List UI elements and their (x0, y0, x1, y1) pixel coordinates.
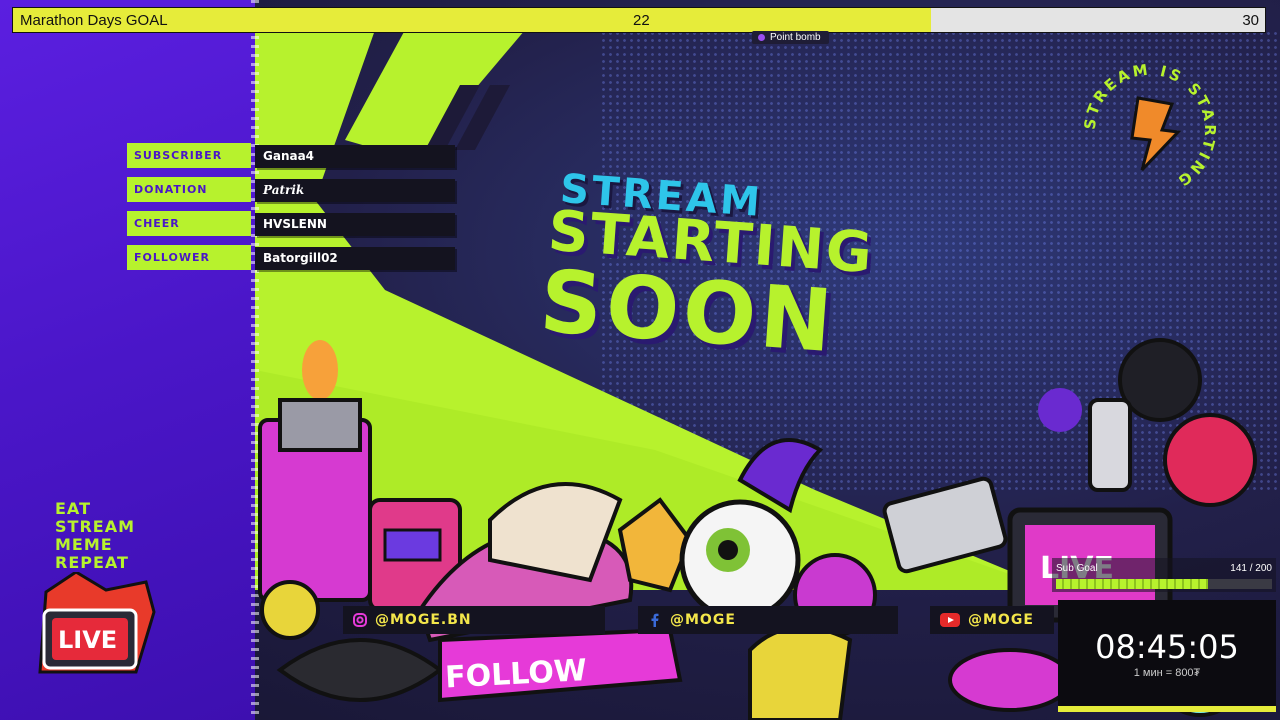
instagram-icon (353, 613, 367, 627)
point-bomb-tag: Point bomb (752, 31, 829, 44)
event-row-donation: DONATION Patrik (127, 177, 457, 202)
event-value: HVSLENN (255, 213, 455, 236)
timer-accent-strip (1058, 706, 1276, 712)
marathon-goal-bar: Marathon Days GOAL 22 30 (12, 7, 1266, 33)
slogan-line: MEME (55, 535, 113, 554)
follow-sticker-text: FOLLOW (444, 653, 587, 695)
event-label: SUBSCRIBER (127, 143, 251, 168)
sub-goal-label: Sub Goal (1056, 563, 1098, 574)
event-value: Ganaa4 (255, 145, 455, 168)
event-value: Batorgill02 (255, 247, 455, 270)
slogan-line: EAT (55, 499, 91, 518)
point-bomb-label: Point bomb (770, 32, 821, 43)
social-instagram[interactable]: @MOGE.BN (343, 606, 605, 634)
sub-goal-track (1056, 579, 1272, 589)
timer-rate: 1 мин = 800₮ (1133, 667, 1201, 679)
event-row-follower: FOLLOWER Batorgill02 (127, 245, 457, 270)
social-facebook[interactable]: @MOGE (638, 606, 898, 634)
social-handle: @MOGE (968, 612, 1034, 628)
social-handle: @MOGE (670, 612, 736, 628)
goal-target-value: 30 (1242, 12, 1259, 29)
title-line-soon: SOON (536, 251, 840, 373)
sub-goal-widget: Sub Goal 141 / 200 (1052, 558, 1276, 592)
subathon-timer-box: 08:45:05 1 мин = 800₮ (1058, 600, 1276, 712)
facebook-icon (651, 613, 659, 627)
social-handle: @MOGE.BN (375, 612, 472, 628)
slogan-line: STREAM (55, 517, 135, 536)
live-badge-text: LIVE (58, 626, 117, 654)
goal-current-value: 22 (633, 12, 650, 29)
youtube-icon (940, 613, 960, 627)
point-bomb-icon (758, 34, 765, 41)
slogan-block: EAT STREAM MEME REPEAT (55, 500, 135, 572)
event-label: FOLLOWER (127, 245, 251, 270)
event-label: DONATION (127, 177, 251, 202)
recent-events-panel: SUBSCRIBER Ganaa4 DONATION Patrik CHEER … (127, 143, 457, 279)
live-badge-sticker: LIVE (38, 572, 156, 674)
stream-starting-badge: STREAM IS STARTING (1081, 60, 1216, 191)
social-youtube[interactable]: @MOGE (930, 606, 1054, 634)
lightning-icon (1130, 96, 1182, 172)
sub-goal-count: 141 / 200 (1230, 563, 1272, 574)
sub-goal-fill (1056, 579, 1209, 589)
slogan-line: REPEAT (55, 553, 129, 572)
goal-title: Marathon Days GOAL (20, 12, 168, 29)
event-label: CHEER (127, 211, 251, 236)
timer-value: 08:45:05 (1095, 628, 1239, 666)
event-row-cheer: CHEER HVSLENN (127, 211, 457, 236)
event-value: Patrik (255, 179, 455, 202)
event-row-subscriber: SUBSCRIBER Ganaa4 (127, 143, 457, 168)
